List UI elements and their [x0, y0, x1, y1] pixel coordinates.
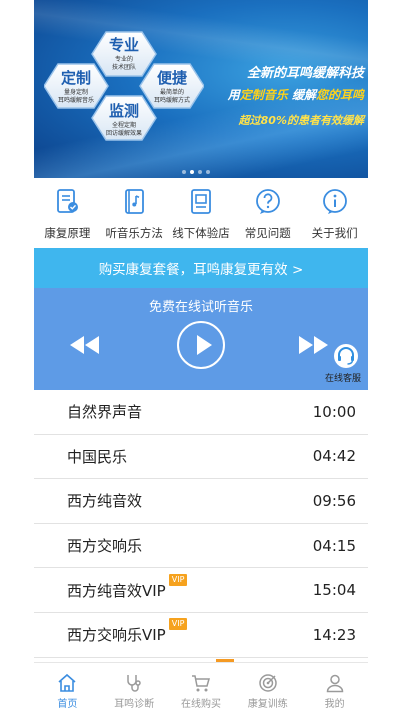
- carousel-dot-active[interactable]: [190, 170, 194, 174]
- music-player: 免费在线试听音乐 在线客服: [34, 288, 368, 390]
- vip-badge: VIP: [168, 618, 188, 631]
- track-name: 自然界声音: [67, 403, 143, 422]
- nav-item-principle[interactable]: 康复原理: [34, 178, 101, 248]
- tab-indicator: [216, 659, 234, 662]
- cart-icon: [191, 675, 210, 692]
- question-icon: [255, 189, 280, 214]
- bottom-tab-bar: 首页 耳鸣诊断 在线购买 康复训练 我的: [34, 662, 368, 711]
- track-duration: 14:23: [312, 625, 356, 644]
- track-row[interactable]: 中国民乐 04:42: [34, 435, 368, 480]
- feature-nav: 康复原理 听音乐方法 线下体验店 常见问题 关于我们: [34, 178, 368, 248]
- hex-right-sub1: 最简单的: [160, 88, 184, 96]
- banner-slogan-line1: 全新的耳鸣缓解科技: [246, 66, 364, 81]
- tab-label: 我的: [324, 699, 345, 710]
- hex-left-sub2: 耳鸣缓解音乐: [58, 96, 94, 104]
- previous-track-icon[interactable]: [70, 336, 100, 354]
- carousel-dots: [182, 170, 210, 174]
- nav-label: 线下体验店: [172, 226, 230, 240]
- feature-hexagons-graphic: 专业 专业的 技术团队 定制 量身定制 耳鸣缓解音乐 便捷 最简单的 耳鸣缓解方…: [44, 31, 204, 141]
- carousel-dot[interactable]: [206, 170, 210, 174]
- track-duration: 10:00: [312, 402, 356, 421]
- hex-right-sub2: 耳鸣缓解方式: [154, 96, 190, 104]
- hex-right-title: 便捷: [157, 69, 188, 87]
- tab-mine[interactable]: 我的: [301, 663, 368, 711]
- track-row[interactable]: 西方纯音效 09:56: [34, 479, 368, 524]
- customer-service-label: 在线客服: [324, 374, 361, 384]
- nav-item-about[interactable]: 关于我们: [301, 178, 368, 248]
- music-method-icon: [125, 189, 145, 214]
- tab-diagnosis[interactable]: 耳鸣诊断: [101, 663, 168, 711]
- nav-label: 听音乐方法: [105, 226, 163, 240]
- track-duration: 04:42: [312, 447, 356, 466]
- tab-training[interactable]: 康复训练: [234, 663, 301, 711]
- nav-item-music-method[interactable]: 听音乐方法: [101, 178, 168, 248]
- tab-buy[interactable]: 在线购买: [168, 663, 235, 711]
- hex-left-title: 定制: [61, 69, 91, 87]
- nav-item-faq[interactable]: 常见问题: [234, 178, 301, 248]
- tab-label: 首页: [57, 699, 78, 710]
- hex-top-sub2: 技术团队: [112, 63, 136, 71]
- track-row[interactable]: 西方纯音效VIP VIP 15:04: [34, 568, 368, 613]
- store-icon: [191, 189, 211, 214]
- headset-icon: [334, 344, 358, 368]
- left-margin: [0, 0, 34, 711]
- track-name: 中国民乐: [67, 447, 128, 466]
- banner-slogan-line2: 用定制音乐 缓解您的耳鸣: [227, 88, 364, 102]
- track-duration: 09:56: [312, 491, 356, 510]
- vip-badge: VIP: [168, 573, 188, 586]
- track-name: 西方交响乐VIP VIP: [67, 618, 188, 645]
- tab-home[interactable]: 首页: [34, 663, 101, 711]
- hex-bottom-sub1: 全程定期: [112, 121, 136, 129]
- track-name: 西方纯音效: [67, 492, 143, 511]
- info-icon: [322, 189, 347, 214]
- hex-bottom-sub2: 回访缓解效果: [106, 129, 142, 137]
- nav-label: 关于我们: [311, 226, 358, 240]
- track-list: 自然界声音 10:00 中国民乐 04:42 西方纯音效 09:56 西方交响乐…: [34, 390, 368, 658]
- home-content: 专业 专业的 技术团队 定制 量身定制 耳鸣缓解音乐 便捷 最简单的 耳鸣缓解方…: [34, 0, 368, 711]
- play-button[interactable]: [177, 321, 225, 369]
- right-margin: [368, 0, 400, 711]
- home-icon: [58, 673, 76, 692]
- track-row[interactable]: 西方交响乐VIP VIP 14:23: [34, 613, 368, 658]
- hex-top-sub1: 专业的: [115, 55, 133, 63]
- principle-icon: [57, 189, 79, 213]
- track-name: 西方纯音效VIP VIP: [67, 573, 188, 601]
- online-customer-service[interactable]: 在线客服: [324, 343, 368, 389]
- nav-item-store[interactable]: 线下体验店: [168, 178, 235, 248]
- track-duration: 04:15: [312, 536, 356, 555]
- track-duration: 15:04: [312, 581, 356, 600]
- nav-label: 康复原理: [44, 226, 91, 240]
- banner-carousel[interactable]: 专业 专业的 技术团队 定制 量身定制 耳鸣缓解音乐 便捷 最简单的 耳鸣缓解方…: [34, 0, 368, 178]
- hex-bottom-title: 监测: [109, 102, 139, 120]
- carousel-dot[interactable]: [182, 170, 186, 174]
- nav-label: 常见问题: [244, 226, 291, 240]
- track-name: 西方交响乐: [67, 537, 143, 556]
- buy-package-banner[interactable]: 购买康复套餐，耳鸣康复更有效 >: [34, 248, 368, 288]
- tab-label: 在线购买: [180, 699, 221, 710]
- user-icon: [326, 674, 343, 693]
- player-title: 免费在线试听音乐: [148, 300, 253, 315]
- hex-top-title: 专业: [109, 36, 139, 54]
- banner-slogan-line3: 超过80%的患者有效缓解: [238, 114, 364, 127]
- carousel-dot[interactable]: [198, 170, 202, 174]
- track-row[interactable]: 西方交响乐 04:15: [34, 524, 368, 569]
- tab-label: 耳鸣诊断: [114, 699, 155, 710]
- tab-label: 康复训练: [247, 699, 288, 710]
- target-icon: [259, 674, 277, 692]
- stethoscope-icon: [127, 675, 141, 692]
- track-row[interactable]: 自然界声音 10:00: [34, 390, 368, 435]
- hex-left-sub1: 量身定制: [64, 88, 88, 96]
